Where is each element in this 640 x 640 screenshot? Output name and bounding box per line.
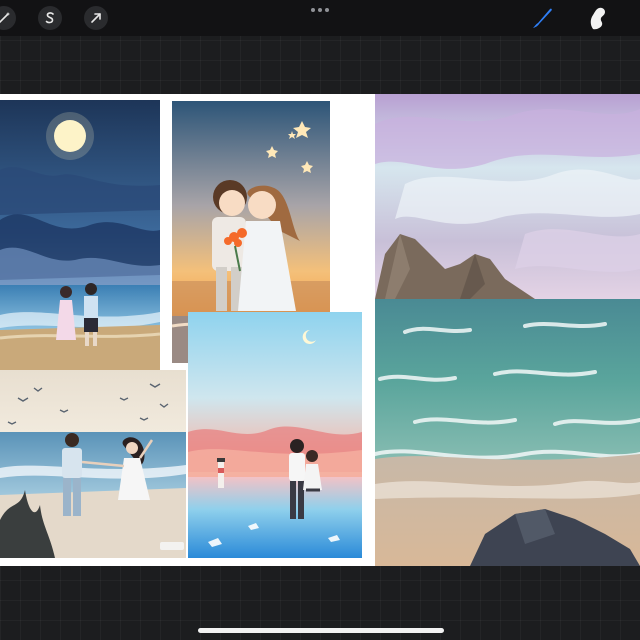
reference-image-seagull-beach-couple: [0, 370, 186, 558]
top-toolbar: [0, 0, 640, 36]
magic-wand-icon[interactable]: [0, 6, 16, 30]
reference-image-pink-sky-lighthouse-couple: [188, 312, 362, 558]
more-dots-icon[interactable]: [311, 7, 329, 13]
brush-icon[interactable]: [528, 4, 556, 32]
reference-image-painted-seascape-with-rocks: [375, 94, 640, 566]
reference-image-moonlit-beach-couple: [0, 100, 160, 370]
selection-s-icon[interactable]: [38, 6, 62, 30]
drawing-canvas[interactable]: [0, 94, 640, 566]
home-indicator[interactable]: [198, 628, 444, 633]
smudge-icon[interactable]: [584, 4, 612, 32]
transform-arrow-icon[interactable]: [84, 6, 108, 30]
